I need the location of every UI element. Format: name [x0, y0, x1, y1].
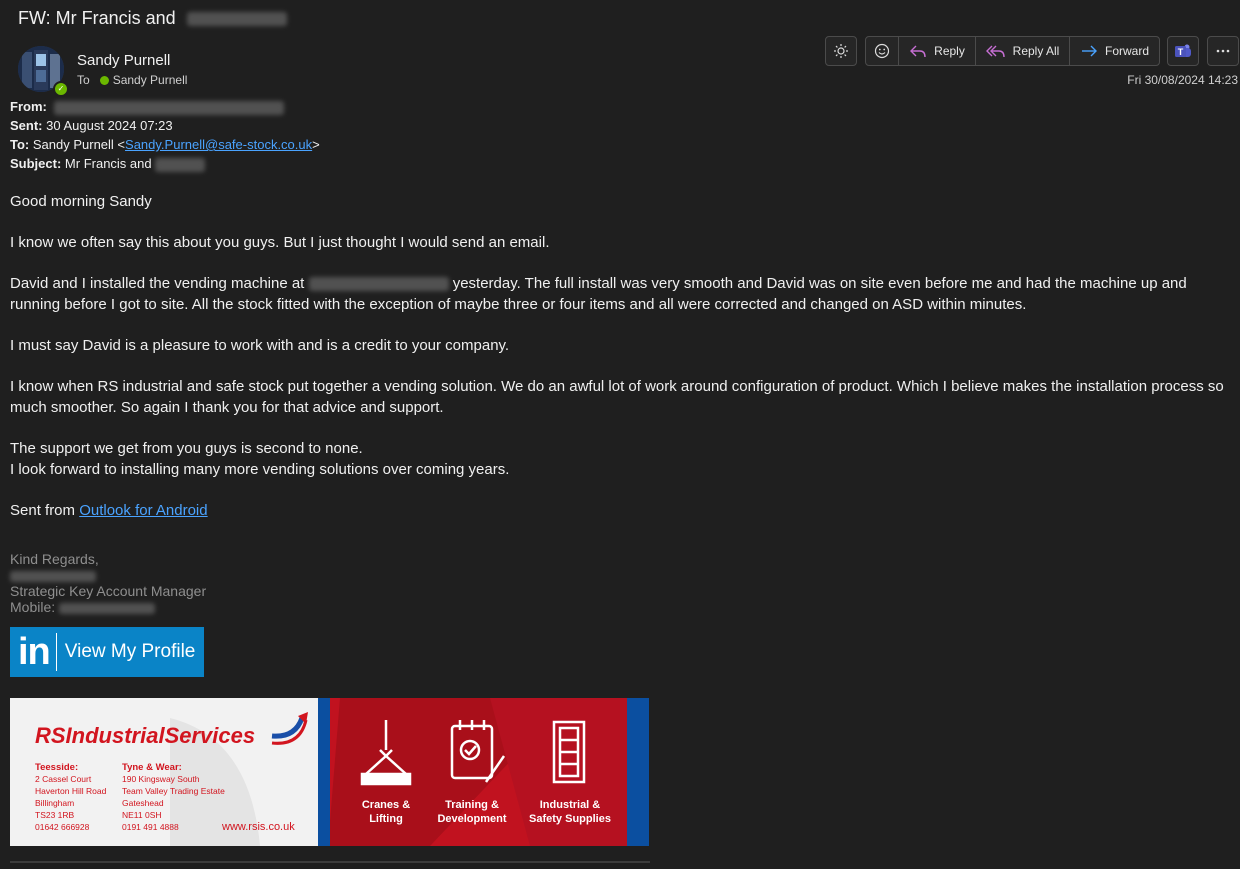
to-name: Sandy Purnell < — [32, 137, 126, 152]
react-button[interactable] — [866, 37, 898, 65]
forward-label: Forward — [1104, 44, 1149, 58]
reply-all-icon — [985, 45, 1005, 58]
signature-name-row — [10, 567, 206, 583]
reply-label: Reply — [934, 44, 965, 58]
to-close: > — [312, 137, 320, 152]
to-line: To Sandy Purnell — [77, 73, 187, 87]
paragraph-5b: I look forward to installing many more v… — [10, 460, 510, 478]
more-group — [1207, 36, 1239, 66]
teesside-title: Teesside: — [35, 762, 78, 773]
linkedin-logo: in — [18, 630, 51, 673]
signature-regards: Kind Regards, — [10, 551, 99, 567]
teams-group: T — [1167, 36, 1199, 66]
reply-button[interactable]: Reply — [898, 37, 975, 65]
forward-icon — [1081, 45, 1097, 57]
linkedin-profile-button[interactable]: in View My Profile — [10, 627, 204, 677]
teams-button[interactable]: T — [1168, 37, 1198, 65]
forward-button[interactable]: Forward — [1069, 37, 1159, 65]
subject-row: Subject: Mr Francis and — [10, 154, 320, 173]
service-label: Lifting — [369, 813, 403, 825]
to-email-link[interactable]: Sandy.Purnell@safe-stock.co.uk — [125, 137, 312, 152]
subject-label: Subject: — [10, 156, 62, 171]
redacted-text — [10, 570, 96, 582]
signature: Kind Regards, Strategic Key Account Mana… — [10, 551, 206, 615]
tyne-line: Gateshead — [122, 798, 164, 808]
email-body: Good morning Sandy I know we often say t… — [10, 192, 1240, 542]
teesside-line: 2 Cassel Court — [35, 774, 92, 784]
teesside-line: TS23 1RB — [35, 810, 75, 820]
paragraph-3: I must say David is a pleasure to work w… — [10, 337, 510, 355]
signature-title: Strategic Key Account Manager — [10, 583, 207, 599]
more-actions-button[interactable] — [1208, 37, 1238, 65]
svg-text:T: T — [1178, 47, 1184, 57]
redacted-text — [54, 100, 285, 115]
service-label: Development — [437, 813, 506, 825]
paragraph-4: I know when RS industrial and safe stock… — [10, 378, 1224, 416]
sender-name[interactable]: Sandy Purnell — [77, 52, 170, 69]
tyne-line: 190 Kingsway South — [122, 774, 200, 784]
disclaimer-strip — [0, 851, 660, 863]
banner-brand: RSIndustrialServices — [35, 723, 255, 748]
signature-mobile-label: Mobile: — [10, 599, 56, 615]
redacted-text — [186, 12, 287, 27]
redacted-text — [59, 602, 156, 614]
more-icon — [1216, 49, 1230, 53]
paragraph-1: I know we often say this about you guys.… — [10, 234, 550, 252]
sent-from: Sent from Outlook for Android — [10, 501, 1240, 522]
banner-graphic: RSIndustrialServices Teesside: 2 Cassel … — [10, 698, 649, 846]
presence-dot-icon — [99, 76, 109, 85]
company-banner[interactable]: RSIndustrialServices Teesside: 2 Cassel … — [10, 698, 649, 846]
to-row: To: Sandy Purnell <Sandy.Purnell@safe-st… — [10, 135, 320, 154]
redacted-text — [308, 277, 449, 292]
sent-from-text: Sent from — [10, 501, 76, 519]
service-label: Training & — [445, 799, 499, 811]
from-label: From: — [10, 99, 47, 114]
theme-toggle-button[interactable] — [826, 37, 856, 65]
received-datetime: Fri 30/08/2024 14:23 — [1127, 73, 1238, 87]
signature-mobile-row: Mobile: — [10, 599, 206, 615]
sun-icon — [834, 44, 848, 58]
subject-text: FW: Mr Francis and — [18, 8, 176, 28]
paragraph-2-start: David and I installed the vending machin… — [10, 275, 305, 293]
linkedin-label: View My Profile — [64, 641, 196, 662]
service-label: Safety Supplies — [529, 813, 611, 825]
theme-toggle-group — [825, 36, 857, 66]
forwarded-headers: From: Sent: 30 August 2024 07:23 To: San… — [10, 97, 320, 173]
paragraph-5: The support we get from you guys is seco… — [10, 439, 1240, 480]
reply-icon — [910, 45, 926, 58]
to-label: To: — [10, 137, 30, 152]
tyne-title: Tyne & Wear: — [122, 762, 182, 773]
tyne-line: 0191 491 4888 — [122, 822, 179, 832]
teesside-line: Billingham — [35, 798, 74, 808]
email-subject: FW: Mr Francis and — [18, 8, 287, 29]
teams-icon: T — [1175, 44, 1191, 57]
tyne-line: NE11 0SH — [122, 810, 162, 820]
outlook-android-link[interactable]: Outlook for Android — [79, 502, 207, 519]
from-row: From: — [10, 97, 320, 116]
to-label: To — [77, 73, 90, 87]
reply-all-label: Reply All — [1012, 44, 1060, 58]
service-label: Cranes & — [362, 799, 410, 811]
paragraph-5a: The support we get from you guys is seco… — [10, 440, 363, 458]
sent-value: 30 August 2024 07:23 — [46, 118, 173, 133]
disclaimer-text-line — [10, 861, 650, 863]
greeting: Good morning Sandy — [10, 193, 152, 210]
linkedin-divider — [55, 633, 57, 671]
paragraph-2: David and I installed the vending machin… — [10, 274, 1240, 315]
redacted-text — [155, 157, 206, 172]
sent-row: Sent: 30 August 2024 07:23 — [10, 116, 320, 135]
emoji-icon — [874, 43, 890, 59]
banner-website: www.rsis.co.uk — [221, 821, 295, 833]
reply-all-button[interactable]: Reply All — [975, 37, 1069, 65]
service-label: Industrial & — [540, 799, 601, 811]
teesside-line: Haverton Hill Road — [35, 786, 107, 796]
recipient-name[interactable]: Sandy Purnell — [113, 73, 188, 87]
reply-toolbar: Reply Reply All Forward — [865, 36, 1160, 66]
presence-available-icon: ✓ — [53, 81, 69, 97]
subject-value: Mr Francis and — [64, 156, 152, 171]
teesside-line: 01642 666928 — [35, 822, 90, 832]
tyne-line: Team Valley Trading Estate — [122, 786, 225, 796]
sent-label: Sent: — [10, 118, 43, 133]
